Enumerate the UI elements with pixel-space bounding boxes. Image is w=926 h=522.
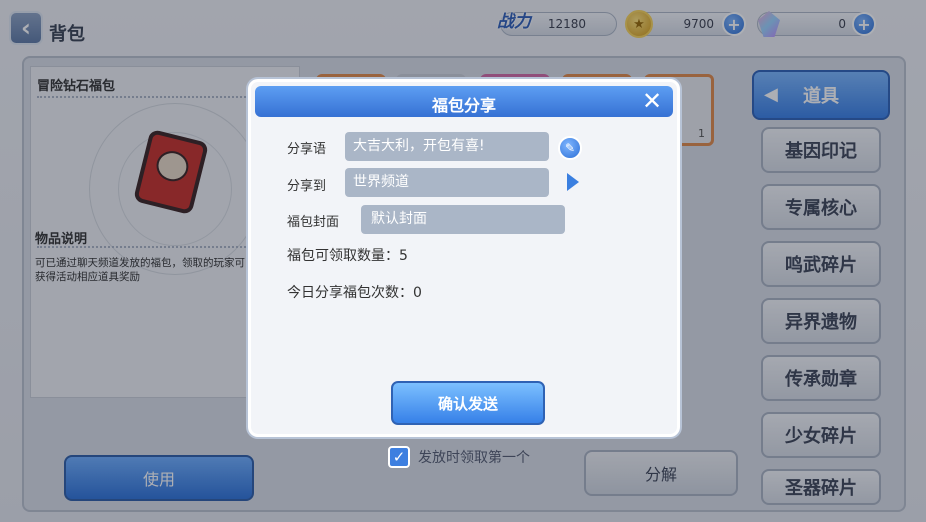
share-dialog: 福包分享 ✕ 分享语 大吉大利，开包有喜! ✎ 分享到 世界频道 福包封面 默认… [248,79,680,437]
share-text-field[interactable]: 大吉大利，开包有喜! [345,132,549,161]
triangle-right-icon[interactable] [567,173,579,191]
pencil-icon[interactable]: ✎ [558,136,582,160]
dialog-title: 福包分享 [431,96,496,115]
cover-select[interactable]: 默认封面 [361,205,565,234]
shared-today-count: 今日分享福包次数：0 [287,285,422,301]
claimable-count: 福包可领取数量：5 [287,248,408,264]
share-to-select[interactable]: 世界频道 [345,168,549,197]
dialog-header: 福包分享 ✕ [255,86,673,117]
confirm-send-button[interactable]: 确认发送 [391,381,545,425]
close-icon[interactable]: ✕ [639,88,665,114]
share-text-label: 分享语 [287,142,327,157]
claim-first-label: 发放时领取第一个 [418,450,530,466]
share-to-label: 分享到 [287,179,327,194]
claim-first-checkbox[interactable]: ✓ [388,446,410,468]
cover-label: 福包封面 [287,215,340,230]
claim-first-checkbox-row[interactable]: ✓ 发放时领取第一个 [388,445,530,469]
